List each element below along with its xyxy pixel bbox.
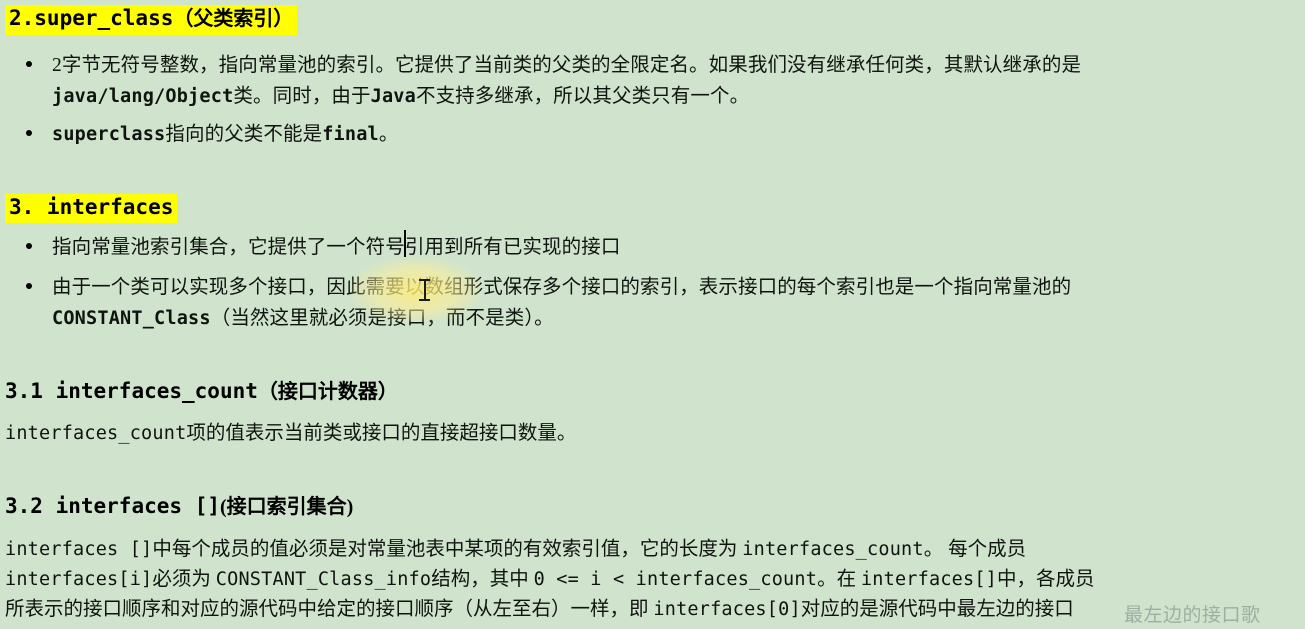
- para-3-1-cjk: 项的值表示当前类或接口的直接超接口数量。: [186, 423, 577, 444]
- para-3-2-l2-code3: 0 <= i < interfaces_count: [533, 569, 818, 590]
- watermark-text: 最左边的接口歌: [1124, 605, 1261, 626]
- list-item: 2字节无符号整数，指向常量池的索引。它提供了当前类的父类的全限定名。如果我们没有…: [25, 50, 1290, 112]
- heading-3-1-cjk: （接口计数器）: [257, 381, 398, 403]
- list-item-text: 2字节无符号整数，指向常量池的索引。它提供了当前类的父类的全限定名。如果我们没有…: [52, 50, 1081, 112]
- interfaces-bullet-1-before-caret: 指向常量池索引集合，它提供了一: [52, 237, 347, 258]
- para-3-1-code: interfaces_count: [5, 423, 187, 444]
- heading-super-class-cjk: （父类索引）: [173, 8, 294, 30]
- bullet-1-code-java-lang-object: java/lang/Object: [52, 86, 234, 107]
- para-3-2-l1-tail: 。 每个成员: [923, 539, 1027, 560]
- heading-3-2-bracket: []: [194, 494, 220, 518]
- para-3-2-l2-tail: 中，各成员: [997, 569, 1095, 590]
- list-item-text: 指向常量池索引集合，它提供了一个符号引用到所有已实现的接口: [52, 232, 620, 263]
- bullet-1-code-java: Java: [370, 86, 416, 107]
- para-3-2-l2-cjk3: 。在: [817, 569, 861, 590]
- heading-interfaces-code: 3. interfaces: [9, 195, 174, 219]
- list-item-text: superclass指向的父类不能是final。: [52, 119, 399, 150]
- list-item: superclass指向的父类不能是final。: [25, 119, 825, 150]
- para-3-2-l3-cjk: 所表示的接口顺序和对应的源代码中给定的接口顺序（从左至右）一样，即: [5, 599, 654, 620]
- para-3-2-l1-cjk: 中每个成员的值必须是对常量池表中某项的有效索引值，它的长度为: [152, 539, 743, 560]
- heading-interfaces: 3. interfaces: [5, 194, 178, 223]
- para-3-2-l2-cjk: 必须为: [152, 569, 216, 590]
- bullet-1-line2c: 不支持多继承，所以其父类只有一个。: [415, 86, 750, 107]
- list-item: 指向常量池索引集合，它提供了一个符号引用到所有已实现的接口: [25, 232, 1025, 263]
- list-item: 由于一个类可以实现多个接口，因此需要以数组形式保存多个接口的索引，表示接口的每个…: [25, 272, 1295, 334]
- bullet-1-line2b: 类。同时，由于: [233, 86, 371, 107]
- heading-3-2-code: interfaces: [55, 494, 183, 518]
- bullet-dot-icon: [25, 130, 35, 136]
- para-3-2-l2-code: interfaces[i]: [5, 569, 153, 590]
- paragraph-interfaces-count: interfaces_count项的值表示当前类或接口的直接超接口数量。: [5, 419, 576, 449]
- heading-super-class-code: 2.super_class: [9, 6, 174, 30]
- bullet-2-tail: 。: [378, 124, 399, 145]
- para-3-2-l3-tail: 对应的是源代码中最左边的接口: [800, 599, 1074, 620]
- bullet-dot-icon: [25, 243, 35, 249]
- bullet-dot-icon: [25, 61, 35, 67]
- interfaces-bullet-2-code-constant-class: CONSTANT_Class: [52, 308, 211, 329]
- heading-super-class: 2.super_class（父类索引）: [5, 5, 298, 35]
- para-3-2-l2-cjk2: 结构，其中: [431, 569, 534, 590]
- bullet-1-line1: 2字节无符号整数，指向常量池的索引。它提供了当前类的父类的全限定名。如果我们没有…: [52, 55, 1082, 76]
- list-item-text: 由于一个类可以实现多个接口，因此需要以数组形式保存多个接口的索引，表示接口的每个…: [52, 272, 1071, 334]
- para-3-2-l1-code2: interfaces_count: [742, 539, 924, 560]
- bullet-2-code-final: final: [322, 124, 379, 145]
- bullet-dot-icon: [25, 283, 35, 289]
- interfaces-bullet-2-line1: 由于一个类可以实现多个接口，因此需要以数组形式保存多个接口的索引，表示接口的每个…: [52, 277, 1072, 298]
- para-3-2-l2-code4: interfaces[]: [860, 569, 998, 590]
- heading-3-1-code: interfaces_count: [55, 379, 258, 403]
- para-3-2-l3-code: interfaces[0]: [653, 599, 801, 620]
- bullet-2-mid: 指向的父类不能是: [165, 124, 323, 145]
- heading-interfaces-array: 3.2 interfaces [](接口索引集合): [5, 494, 353, 520]
- paragraph-3-2-line-3: 所表示的接口顺序和对应的源代码中给定的接口顺序（从左至右）一样，即 interf…: [5, 595, 1074, 625]
- heading-3-1-number: 3.1: [5, 379, 43, 403]
- heading-3-2-number: 3.2: [5, 494, 43, 518]
- document-page: 2.super_class（父类索引） 2字节无符号整数，指向常量池的索引。它提…: [0, 0, 1305, 629]
- para-3-2-l2-code2: CONSTANT_Class_info: [215, 569, 432, 590]
- interfaces-bullet-1-after-caret: 个符号引用到所有已实现的接口: [346, 237, 621, 258]
- para-3-2-l1-code: interfaces []: [5, 539, 153, 560]
- interfaces-bullet-2-line2-tail: （当然这里就必须是接口，而不是类）。: [210, 308, 554, 329]
- heading-interfaces-count: 3.1 interfaces_count（接口计数器）: [5, 379, 398, 405]
- text-caret: [404, 230, 406, 257]
- paragraph-3-2-line-1: interfaces []中每个成员的值必须是对常量池表中某项的有效索引值，它的…: [5, 535, 1026, 565]
- bullet-2-code-superclass: superclass: [52, 124, 166, 145]
- heading-3-2-cjk: (接口索引集合): [219, 496, 354, 518]
- paragraph-3-2-line-2: interfaces[i]必须为 CONSTANT_Class_info结构，其…: [5, 565, 1095, 595]
